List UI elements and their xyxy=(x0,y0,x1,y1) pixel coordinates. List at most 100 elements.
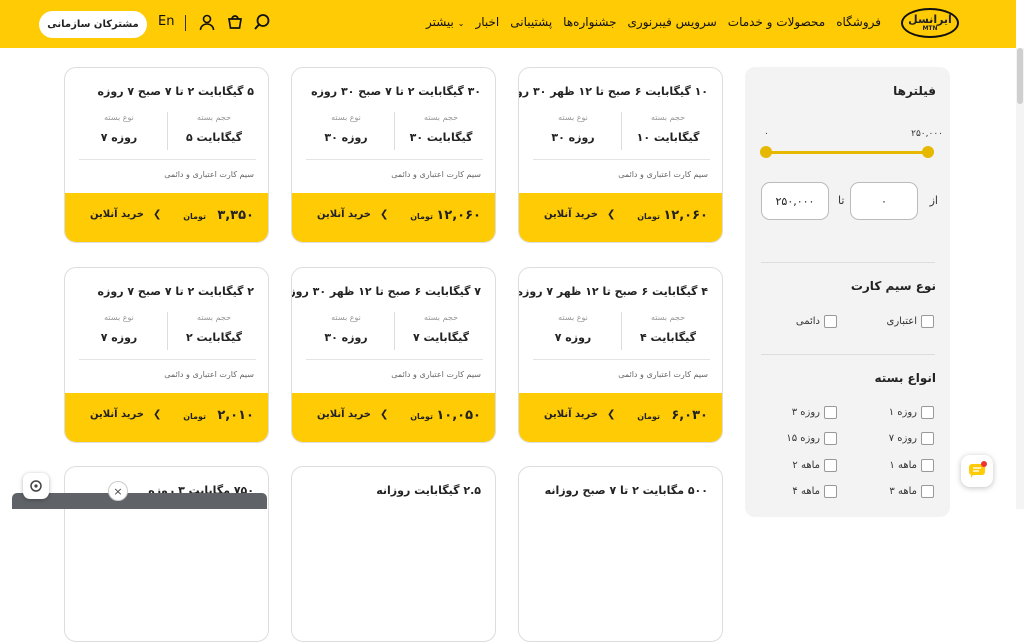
filters-title: فیلترها xyxy=(893,84,936,98)
sim-option-postpaid[interactable]: دائمی xyxy=(796,315,837,328)
close-icon[interactable]: × xyxy=(108,481,128,501)
price-range-min-handle[interactable] xyxy=(760,146,772,158)
size-value: ۳۰ گیگابایت xyxy=(409,131,473,144)
product-card[interactable]: ۷ گیگابایت ۶ صبح تا ۱۲ ظهر ۳۰ روزه حجم بس… xyxy=(291,267,496,443)
overlay-bar xyxy=(12,493,267,509)
price-range-max-handle[interactable] xyxy=(922,146,934,158)
search-icon[interactable] xyxy=(251,11,273,33)
pkg-option[interactable]: ۳ روزه xyxy=(792,406,837,419)
currency: تومان xyxy=(183,212,206,221)
buy-online-label: خرید آنلاین xyxy=(90,209,144,220)
price: ۲,۰۱۰ xyxy=(217,408,254,423)
nav-item-support[interactable]: پشتیبانی xyxy=(510,15,552,29)
price-to-input[interactable]: ۲۵۰,۰۰۰ xyxy=(761,182,829,220)
buy-online-button[interactable]: خرید آنلاین ❮ xyxy=(90,409,161,420)
type-label: نوع بسته xyxy=(558,113,588,122)
pkg-option[interactable]: ۲ ماهه xyxy=(792,459,837,472)
checkbox[interactable] xyxy=(921,432,934,445)
product-card[interactable]: ۲.۵ گیگابایت روزانه xyxy=(291,466,496,642)
card-title: ۷ گیگابایت ۶ صبح تا ۱۲ ظهر ۳۰ روزه xyxy=(292,285,481,298)
package-type-title: انواع بسته xyxy=(874,371,936,385)
size-label: حجم بسته xyxy=(196,113,232,122)
cart-icon[interactable] xyxy=(224,11,246,33)
to-label: تا xyxy=(838,194,845,207)
product-card[interactable]: ۵۰۰ مگابایت ۲ تا ۷ صبح روزانه xyxy=(518,466,723,642)
price-range-track[interactable] xyxy=(765,151,929,154)
card-divider xyxy=(394,112,395,150)
product-card[interactable]: ۲ گیگابایت ۲ تا ۷ صبح ۷ روزه حجم بسته نوع… xyxy=(64,267,269,443)
chevron-left-icon: ❮ xyxy=(606,409,616,420)
main-nav: فروشگاه محصولات و خدمات سرویس فیبرنوری ج… xyxy=(426,0,881,44)
pkg-option[interactable]: ۳ ماهه xyxy=(889,485,934,498)
card-divider xyxy=(167,312,168,350)
pkg-option-label: ۲ ماهه xyxy=(792,460,820,471)
irancell-logo[interactable]: ایرانسل MTN xyxy=(901,8,959,38)
header-divider xyxy=(185,15,186,31)
buy-online-label: خرید آنلاین xyxy=(317,409,371,420)
sim-option-prepaid[interactable]: اعتباری xyxy=(887,315,934,328)
sim-info: سیم کارت اعتباری و دائمی xyxy=(391,370,481,379)
pkg-option[interactable]: ۷ روزه xyxy=(889,432,934,445)
card-title: ۲.۵ گیگابایت روزانه xyxy=(376,484,481,497)
checkbox[interactable] xyxy=(824,406,837,419)
card-divider xyxy=(621,112,622,150)
nav-item-more[interactable]: بیشتر ⌄ xyxy=(426,15,464,29)
nav-item-fiber[interactable]: سرویس فیبرنوری xyxy=(628,15,717,29)
type-label: نوع بسته xyxy=(104,113,134,122)
nav-item-more-label: بیشتر xyxy=(425,15,454,29)
price-from-input[interactable]: ۰ xyxy=(850,182,918,220)
checkbox[interactable] xyxy=(824,459,837,472)
product-card[interactable]: ۱۰ گیگابایت ۶ صبح تا ۱۲ ظهر ۳۰ روزه حجم ب… xyxy=(518,67,723,243)
range-max-label: ۲۵۰,۰۰۰ xyxy=(911,129,943,139)
days-value: ۷ روزه xyxy=(554,331,592,344)
pkg-option[interactable]: ۱ ماهه xyxy=(889,459,934,472)
buy-online-button[interactable]: خرید آنلاین ❮ xyxy=(317,409,388,420)
user-icon[interactable] xyxy=(196,11,218,33)
days-value: ۳۰ روزه xyxy=(324,331,368,344)
nav-item-news[interactable]: اخبار xyxy=(475,15,499,29)
card-divider xyxy=(79,159,256,160)
product-card[interactable]: ۵ گیگابایت ۲ تا ۷ صبح ۷ روزه حجم بسته نوع… xyxy=(64,67,269,243)
size-label: حجم بسته xyxy=(423,313,459,322)
checkbox[interactable] xyxy=(921,485,934,498)
pkg-option-label: ۱۵ روزه xyxy=(786,433,820,444)
checkbox[interactable] xyxy=(824,315,837,328)
size-value: ۴ گیگابایت xyxy=(640,331,696,344)
days-value: ۳۰ روزه xyxy=(551,131,595,144)
pkg-option-label: ۳ ماهه xyxy=(889,486,917,497)
card-footer: ۶,۰۳۰ تومان خرید آنلاین ❮ xyxy=(519,393,722,442)
scrollbar-thumb[interactable] xyxy=(1017,48,1023,104)
chat-button[interactable] xyxy=(961,455,993,487)
pkg-option[interactable]: ۴ ماهه xyxy=(792,485,837,498)
chevron-left-icon: ❮ xyxy=(379,209,389,220)
buy-online-label: خرید آنلاین xyxy=(90,409,144,420)
checkbox[interactable] xyxy=(824,485,837,498)
pkg-option[interactable]: ۱۵ روزه xyxy=(786,432,837,445)
currency: تومان xyxy=(183,412,206,421)
card-title: ۱۰ گیگابایت ۶ صبح تا ۱۲ ظهر ۳۰ روزه xyxy=(519,85,708,98)
chevron-left-icon: ❮ xyxy=(152,409,162,420)
pkg-option[interactable]: ۱ روزه xyxy=(889,406,934,419)
checkbox[interactable] xyxy=(921,406,934,419)
checkbox[interactable] xyxy=(921,315,934,328)
checkbox[interactable] xyxy=(921,459,934,472)
buy-online-button[interactable]: خرید آنلاین ❮ xyxy=(90,209,161,220)
card-divider xyxy=(621,312,622,350)
product-card[interactable]: ۴ گیگابایت ۶ صبح تا ۱۲ ظهر ۷ روزه حجم بست… xyxy=(518,267,723,443)
page-scrollbar[interactable] xyxy=(1016,48,1024,509)
buy-online-button[interactable]: خرید آنلاین ❮ xyxy=(544,209,615,220)
nav-item-shop[interactable]: فروشگاه xyxy=(836,15,881,29)
card-footer: ۱۲,۰۶۰ تومان خرید آنلاین ❮ xyxy=(519,193,722,242)
language-switch[interactable]: En xyxy=(158,14,174,29)
nav-item-products[interactable]: محصولات و خدمات xyxy=(728,15,825,29)
nav-item-festivals[interactable]: جشنواره‌ها xyxy=(563,15,616,29)
buy-online-button[interactable]: خرید آنلاین ❮ xyxy=(544,409,615,420)
card-title: ۲ گیگابایت ۲ تا ۷ صبح ۷ روزه xyxy=(97,285,254,298)
accessibility-widget-icon[interactable] xyxy=(23,473,49,499)
corporate-subscribers-button[interactable]: مشترکان سازمانی xyxy=(39,11,147,38)
buy-online-button[interactable]: خرید آنلاین ❮ xyxy=(317,209,388,220)
card-title: ۴ گیگابایت ۶ صبح تا ۱۲ ظهر ۷ روزه xyxy=(518,285,708,298)
buy-online-label: خرید آنلاین xyxy=(544,209,598,220)
product-card[interactable]: ۳۰ گیگابایت ۲ تا ۷ صبح ۳۰ روزه حجم بسته ن… xyxy=(291,67,496,243)
checkbox[interactable] xyxy=(824,432,837,445)
